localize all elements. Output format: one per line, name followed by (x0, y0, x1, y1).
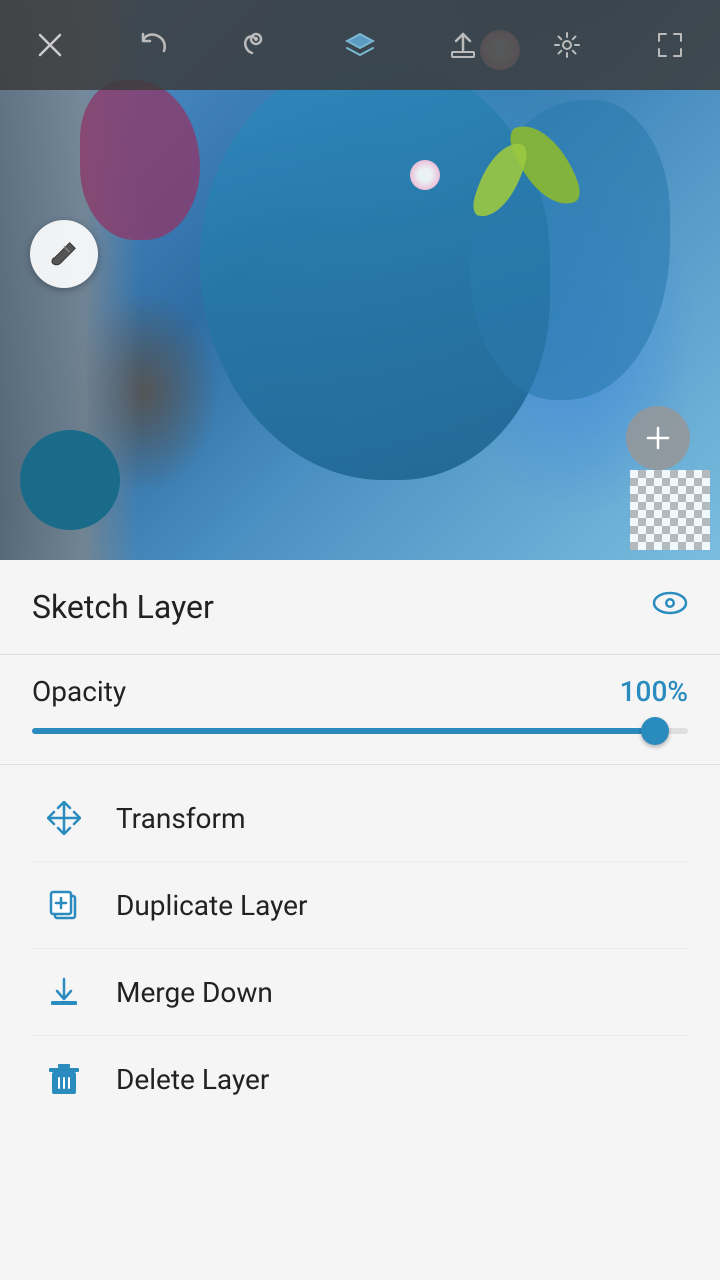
layer-title: Sketch Layer (32, 588, 214, 626)
duplicate-layer-menu-item[interactable]: Duplicate Layer (32, 862, 688, 949)
opacity-value: 100% (620, 675, 688, 708)
transform-menu-item[interactable]: Transform (32, 775, 688, 862)
slider-thumb[interactable] (641, 717, 669, 745)
duplicate-icon (32, 888, 96, 922)
bottom-panel: Sketch Layer Opacity 100% (0, 560, 720, 1280)
duplicate-layer-label: Duplicate Layer (116, 889, 308, 922)
layer-thumbnail (630, 470, 710, 550)
delete-layer-label: Delete Layer (116, 1063, 269, 1096)
merge-down-label: Merge Down (116, 976, 273, 1009)
export-button[interactable] (441, 23, 485, 67)
toolbar (0, 0, 720, 90)
opacity-row: Opacity 100% (32, 675, 688, 708)
slider-fill (32, 728, 655, 734)
close-button[interactable] (28, 23, 72, 67)
fullscreen-button[interactable] (648, 23, 692, 67)
move-icon (32, 801, 96, 835)
merge-down-menu-item[interactable]: Merge Down (32, 949, 688, 1036)
merge-icon (32, 975, 96, 1009)
settings-button[interactable] (545, 23, 589, 67)
opacity-slider[interactable] (32, 728, 688, 734)
opacity-section: Opacity 100% (0, 655, 720, 754)
transform-label: Transform (116, 802, 246, 835)
delete-icon (32, 1062, 96, 1096)
color-circle[interactable] (20, 430, 120, 530)
section-divider (0, 764, 720, 765)
add-layer-button[interactable] (626, 406, 690, 470)
redo-button[interactable] (235, 23, 279, 67)
delete-layer-menu-item[interactable]: Delete Layer (32, 1036, 688, 1122)
visibility-toggle[interactable] (652, 589, 688, 625)
layer-header: Sketch Layer (0, 560, 720, 655)
brush-button[interactable] (30, 220, 98, 288)
opacity-label: Opacity (32, 675, 126, 708)
undo-button[interactable] (131, 23, 175, 67)
menu-items: Transform Duplicate Layer (0, 775, 720, 1122)
layers-button[interactable] (338, 23, 382, 67)
